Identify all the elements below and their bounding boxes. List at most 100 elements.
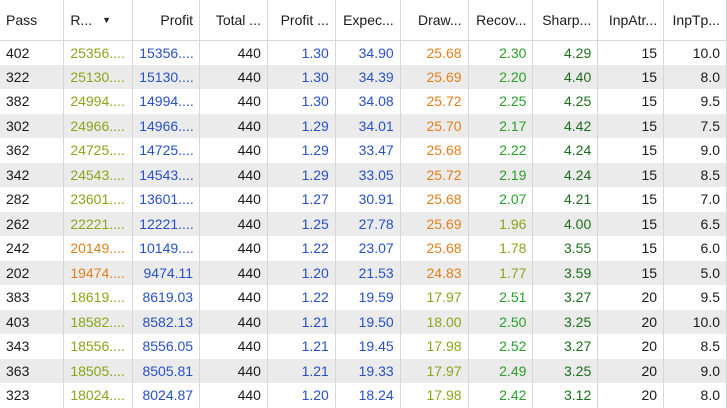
table-row[interactable]: 323 18024.... 8024.87 440 1.20 18.24 17.98 2.42…: [0, 383, 727, 408]
table-cell: 4.00: [532, 211, 599, 236]
column-header-4[interactable]: Profit ...: [267, 0, 336, 41]
table-cell: 24725....: [63, 138, 134, 163]
table-row[interactable]: 383 18619.... 8619.03 440 1.22 19.59 17.97 2.51…: [0, 285, 727, 310]
table-cell: 34.01: [335, 113, 401, 138]
table-cell: 14725....: [132, 138, 201, 163]
table-cell: 23601....: [63, 187, 134, 212]
table-row[interactable]: 262 22221.... 12221.... 440 1.25 27.78 25.69 1.…: [0, 211, 727, 236]
table-cell: 19.45: [335, 334, 401, 359]
table-cell: 1.30: [267, 40, 336, 65]
table-row[interactable]: 322 25130.... 15130.... 440 1.30 34.39 25.69 2.…: [0, 64, 727, 89]
table-cell: 10149....: [132, 236, 201, 261]
table-cell: 17.97: [400, 358, 469, 383]
table-cell: 8556.05: [132, 334, 201, 359]
table-cell: 20: [597, 309, 665, 334]
table-cell: 34.08: [335, 89, 401, 114]
column-header-9[interactable]: InpAtr...: [597, 0, 665, 41]
table-cell: 18.00: [400, 309, 469, 334]
table-row[interactable]: 382 24994.... 14994.... 440 1.30 34.08 25.72 2.…: [0, 89, 727, 114]
table-cell: 8024.87: [132, 383, 201, 408]
table-cell: 1.29: [267, 113, 336, 138]
column-header-6[interactable]: Draw...: [400, 0, 469, 41]
table-cell: 12221....: [132, 211, 201, 236]
table-cell: 242: [0, 236, 65, 261]
table-row[interactable]: 403 18582.... 8582.13 440 1.21 19.50 18.00 2.50…: [0, 309, 727, 334]
table-cell: 24.83: [400, 260, 469, 285]
column-header-7[interactable]: Recov...: [468, 0, 534, 41]
table-cell: 2.20: [468, 64, 534, 89]
table-cell: 19.33: [335, 358, 401, 383]
table-cell: 1.22: [267, 236, 336, 261]
table-cell: 402: [0, 40, 65, 65]
column-header-label: Profit ...: [280, 11, 329, 28]
table-row[interactable]: 362 24725.... 14725.... 440 1.29 33.47 25.68 2.…: [0, 138, 727, 163]
table-cell: 20149....: [63, 236, 134, 261]
table-cell: 25.70: [400, 113, 469, 138]
column-header-label: Pass: [6, 11, 38, 28]
column-header-10[interactable]: InpTp...: [663, 0, 727, 41]
table-cell: 15: [597, 64, 665, 89]
column-header-1[interactable]: R... ▼: [63, 0, 134, 41]
table-cell: 17.97: [400, 285, 469, 310]
table-cell: 27.78: [335, 211, 401, 236]
table-cell: 3.25: [532, 309, 599, 334]
table-cell: 15: [597, 187, 665, 212]
column-header-label: Recov...: [476, 11, 527, 28]
table-cell: 5.0: [663, 260, 727, 285]
column-header-0[interactable]: Pass: [0, 0, 65, 41]
table-cell: 15356....: [132, 40, 201, 65]
table-cell: 2.25: [468, 89, 534, 114]
table-body: 402 25356.... 15356.... 440 1.30 34.90 25.68 2.…: [0, 40, 727, 408]
table-cell: 20: [597, 358, 665, 383]
table-cell: 1.29: [267, 138, 336, 163]
table-cell: 1.27: [267, 187, 336, 212]
table-cell: 4.21: [532, 187, 599, 212]
column-header-2[interactable]: Profit: [132, 0, 201, 41]
table-cell: 19474....: [63, 260, 134, 285]
table-cell: 22221....: [63, 211, 134, 236]
table-cell: 282: [0, 187, 65, 212]
table-cell: 262: [0, 211, 65, 236]
table-cell: 19.50: [335, 309, 401, 334]
table-cell: 25.68: [400, 138, 469, 163]
table-cell: 382: [0, 89, 65, 114]
table-row[interactable]: 342 24543.... 14543.... 440 1.29 33.05 25.72 2.…: [0, 162, 727, 187]
table-row[interactable]: 363 18505.... 8505.81 440 1.21 19.33 17.97 2.49…: [0, 358, 727, 383]
table-cell: 1.21: [267, 358, 336, 383]
column-header-3[interactable]: Total ...: [199, 0, 268, 41]
table-cell: 1.96: [468, 211, 534, 236]
table-row[interactable]: 242 20149.... 10149.... 440 1.22 23.07 25.68 1.…: [0, 236, 727, 261]
column-header-5[interactable]: Expec...: [335, 0, 401, 41]
table-cell: 2.52: [468, 334, 534, 359]
table-row[interactable]: 202 19474.... 9474.11 440 1.20 21.53 24.83 1.77…: [0, 260, 727, 285]
column-header-8[interactable]: Sharp...: [532, 0, 599, 41]
table-row[interactable]: 343 18556.... 8556.05 440 1.21 19.45 17.98 2.52…: [0, 334, 727, 359]
table-cell: 2.51: [468, 285, 534, 310]
table-cell: 7.0: [663, 187, 727, 212]
table-cell: 4.29: [532, 40, 599, 65]
table-cell: 18024....: [63, 383, 134, 408]
table-row[interactable]: 402 25356.... 15356.... 440 1.30 34.90 25.68 2.…: [0, 40, 727, 65]
table-cell: 24966....: [63, 113, 134, 138]
table-cell: 3.27: [532, 285, 599, 310]
table-cell: 25.72: [400, 162, 469, 187]
column-header-label: Sharp...: [542, 11, 592, 28]
table-cell: 18505....: [63, 358, 134, 383]
table-cell: 17.98: [400, 383, 469, 408]
table-cell: 440: [199, 89, 268, 114]
table-row[interactable]: 282 23601.... 13601.... 440 1.27 30.91 25.68 2.…: [0, 187, 727, 212]
table-cell: 3.59: [532, 260, 599, 285]
table-cell: 23.07: [335, 236, 401, 261]
header-row: Pass R... ▼ Profit Total ... Profit ... Expec.…: [0, 0, 727, 41]
table-cell: 13601....: [132, 187, 201, 212]
table-cell: 1.21: [267, 334, 336, 359]
table-cell: 18582....: [63, 309, 134, 334]
table-cell: 25.69: [400, 211, 469, 236]
table-cell: 440: [199, 187, 268, 212]
table-cell: 25.68: [400, 40, 469, 65]
table-row[interactable]: 302 24966.... 14966.... 440 1.29 34.01 25.70 2.…: [0, 113, 727, 138]
table-cell: 10.0: [663, 309, 727, 334]
table-cell: 18619....: [63, 285, 134, 310]
table-cell: 6.5: [663, 211, 727, 236]
table-cell: 2.17: [468, 113, 534, 138]
